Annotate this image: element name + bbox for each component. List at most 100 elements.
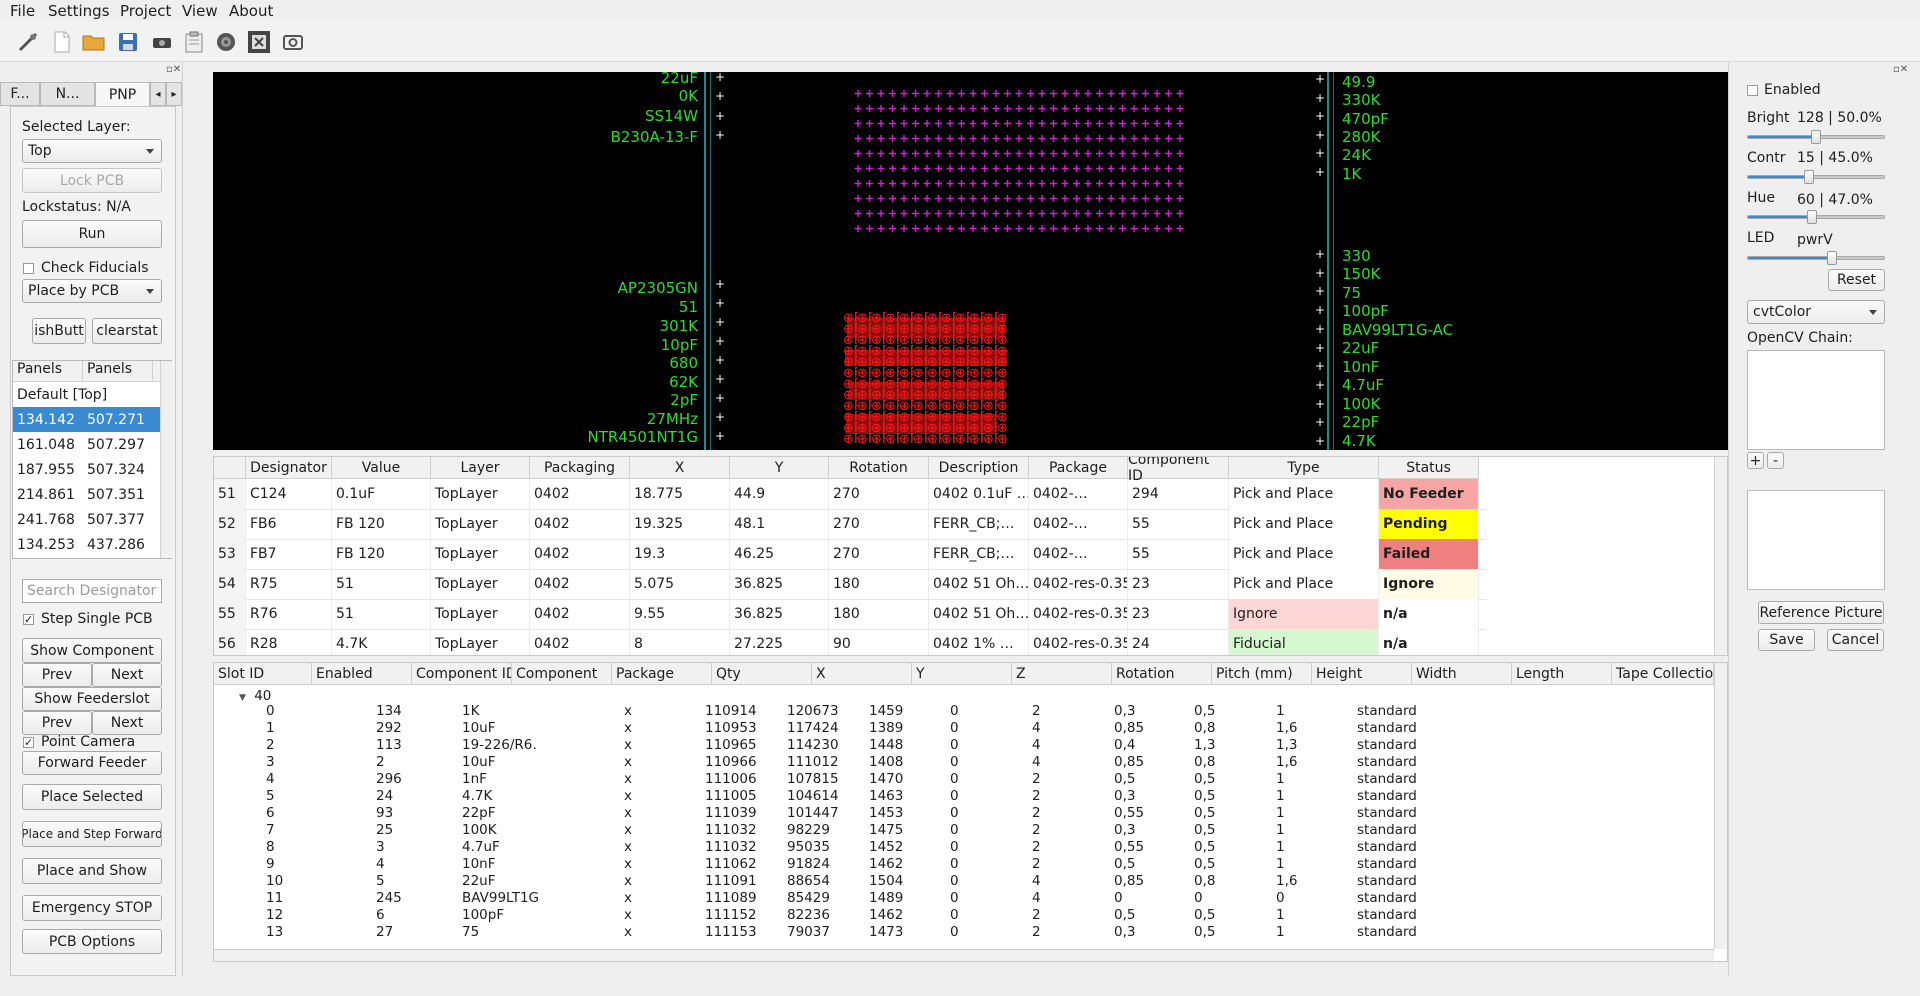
cell-layer[interactable]: TopLayer: [431, 539, 530, 569]
emergency-stop-button[interactable]: Emergency STOP: [22, 895, 162, 921]
cell-designator[interactable]: R28: [246, 629, 332, 655]
table-row[interactable]: 53 FB7 FB 120 TopLayer 0402 19.3 46.25 270 FERR_…: [214, 539, 1486, 570]
place-and-show-button[interactable]: Place and Show: [22, 858, 162, 884]
opencv-chain-list[interactable]: [1747, 350, 1885, 450]
cell-status[interactable]: No Feeder: [1379, 479, 1479, 509]
cell-rotation[interactable]: 270: [829, 479, 929, 509]
panel-row[interactable]: Default [Top]: [13, 382, 171, 407]
feeder-row[interactable]: 11 245 BAV99LT1G… x 111089 85429 1489 0 4 0 0 0 stan…: [214, 890, 1714, 907]
col-header[interactable]: Width: [1412, 663, 1512, 685]
dock-float-icon[interactable]: ▫✕: [1893, 64, 1908, 75]
col-header[interactable]: Qty: [712, 663, 812, 685]
cell-component-id[interactable]: 55: [1128, 509, 1229, 539]
screenshot-icon[interactable]: [281, 31, 305, 53]
prev-component-button[interactable]: Prev: [22, 663, 92, 687]
table-row[interactable]: 56 R28 4.7K TopLayer 0402 8 27.225 90 0402 1% … 0…: [214, 629, 1486, 655]
cell-packaging[interactable]: 0402: [530, 479, 630, 509]
feeder-table[interactable]: Slot ID Enabled Component ID Component P…: [213, 662, 1728, 962]
col-header[interactable]: Layer: [431, 457, 530, 479]
cell-rotation[interactable]: 270: [829, 539, 929, 569]
cell-layer[interactable]: TopLayer: [431, 479, 530, 509]
panel-row[interactable]: 214.861 507.351: [13, 482, 171, 507]
panel-row[interactable]: 134.142 507.271: [13, 407, 171, 432]
cell-description[interactable]: 0402 1% …: [929, 629, 1029, 655]
col-header[interactable]: Y: [730, 457, 829, 479]
cell-packaging[interactable]: 0402: [530, 629, 630, 655]
place-selected-button[interactable]: Place Selected: [22, 784, 162, 810]
cell-designator[interactable]: FB7: [246, 539, 332, 569]
component-table[interactable]: Designator Value Layer Packaging X Y Rot…: [213, 456, 1728, 656]
camera-icon[interactable]: [150, 31, 174, 53]
table-row[interactable]: 52 FB6 FB 120 TopLayer 0402 19.325 48.1 270 FERR…: [214, 509, 1486, 540]
feeder-row[interactable]: 9 4 10nF x 111062 91824 1462 0 2 0,5 0,5 1 standard: [214, 856, 1714, 873]
cell-description[interactable]: 0402 0.1uF …: [929, 479, 1029, 509]
contr-slider[interactable]: [1747, 170, 1885, 184]
feeder-group[interactable]: ▼ 40: [239, 688, 271, 704]
cell-value[interactable]: 4.7K: [332, 629, 431, 655]
feeder-row[interactable]: 7 25 100K x 111032 98229 1475 0 2 0,3 0,5 1 standard: [214, 822, 1714, 839]
paste-icon[interactable]: [182, 31, 206, 53]
cancel-button[interactable]: Cancel: [1827, 629, 1884, 651]
slider-handle[interactable]: [1827, 251, 1838, 265]
new-file-icon[interactable]: [50, 31, 74, 53]
feeder-row[interactable]: 4 296 1nF x 111006 107815 1470 0 2 0,5 0,5 1 standar…: [214, 771, 1714, 788]
cell-description[interactable]: 0402 51 Oh…: [929, 569, 1029, 599]
cell-y[interactable]: 48.1: [730, 509, 829, 539]
tab-scroll-left-icon[interactable]: ◂: [150, 82, 166, 106]
show-feederslot-button[interactable]: Show Feederslot: [22, 687, 162, 711]
slider-handle[interactable]: [1804, 170, 1815, 184]
cell-rotation[interactable]: 90: [829, 629, 929, 655]
col-header[interactable]: Slot ID: [214, 663, 312, 685]
col-header[interactable]: Component ID: [412, 663, 512, 685]
cell-component-id[interactable]: 294: [1128, 479, 1229, 509]
cell-packaging[interactable]: 0402: [530, 569, 630, 599]
bright-slider[interactable]: [1747, 130, 1885, 144]
menu-about[interactable]: About: [229, 2, 273, 20]
feeder-row[interactable]: 12 6 100pF x 111152 82236 1462 0 2 0,5 0,5 1 standar…: [214, 907, 1714, 924]
tab-f[interactable]: F...: [0, 82, 40, 106]
run-button[interactable]: Run: [22, 220, 162, 248]
panels-scrollbar[interactable]: [160, 361, 172, 558]
push-button[interactable]: ishButt: [32, 318, 86, 344]
cell-layer[interactable]: TopLayer: [431, 599, 530, 629]
cell-component-id[interactable]: 24: [1128, 629, 1229, 655]
led-slider[interactable]: [1747, 251, 1885, 265]
check-fiducials-checkbox[interactable]: [23, 263, 34, 274]
col-header[interactable]: Rotation: [1112, 663, 1212, 685]
feeder-row[interactable]: 8 3 4.7uF x 111032 95035 1452 0 2 0,55 0,5 1 standar…: [214, 839, 1714, 856]
cvt-color-select[interactable]: cvtColor: [1747, 300, 1885, 324]
menu-project[interactable]: Project: [120, 2, 171, 20]
col-header[interactable]: Packaging: [530, 457, 630, 479]
cell-value[interactable]: 51: [332, 599, 431, 629]
panel-row[interactable]: 241.768 507.377: [13, 507, 171, 532]
cell-x[interactable]: 18.775: [630, 479, 730, 509]
reference-picture-button[interactable]: Reference Picture: [1758, 601, 1884, 624]
component-table-scrollbar[interactable]: [1714, 457, 1727, 655]
camera-view[interactable]: 22uF 0K SS14W B230A-13-F + + + + AP2305G…: [213, 72, 1728, 450]
cell-type[interactable]: Pick and Place: [1229, 569, 1379, 599]
cell-type[interactable]: Fiducial: [1229, 629, 1379, 655]
cell-package[interactable]: 0402-…: [1029, 509, 1128, 539]
remove-filter-button[interactable]: -: [1767, 452, 1784, 469]
cell-packaging[interactable]: 0402: [530, 599, 630, 629]
panel-row[interactable]: 134.253 437.286: [13, 532, 171, 557]
place-and-step-forward-button[interactable]: Place and Step Forward: [22, 821, 162, 847]
col-header[interactable]: Component ID: [1128, 457, 1229, 484]
cell-designator[interactable]: FB6: [246, 509, 332, 539]
col-header[interactable]: Tape Collectio: [1612, 663, 1714, 685]
menu-file[interactable]: File: [10, 2, 35, 20]
col-header[interactable]: Rotation: [829, 457, 929, 479]
cell-package[interactable]: 0402-res-0.35: [1029, 569, 1128, 599]
tab-scroll-right-icon[interactable]: ▸: [166, 82, 182, 106]
cell-package[interactable]: 0402-…: [1029, 539, 1128, 569]
save-button[interactable]: Save: [1758, 629, 1815, 651]
col-header[interactable]: Pitch (mm): [1212, 663, 1312, 685]
forward-feeder-button[interactable]: Forward Feeder: [22, 751, 162, 775]
filter-parameters-panel[interactable]: [1747, 490, 1885, 590]
col-header[interactable]: Description: [929, 457, 1029, 479]
cell-y[interactable]: 36.825: [730, 599, 829, 629]
cell-layer[interactable]: TopLayer: [431, 569, 530, 599]
connect-icon[interactable]: [16, 31, 40, 53]
cell-description[interactable]: 0402 51 Oh…: [929, 599, 1029, 629]
slider-handle[interactable]: [1806, 210, 1817, 224]
